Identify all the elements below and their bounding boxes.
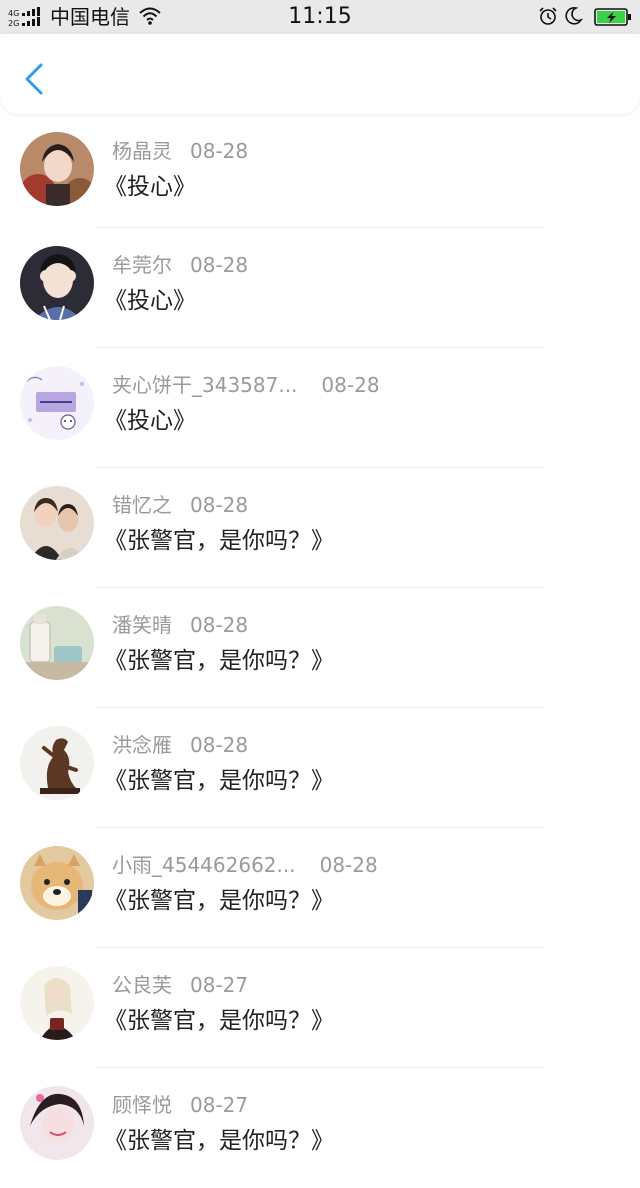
- avatar[interactable]: [20, 966, 94, 1040]
- item-date: 08-27: [190, 973, 249, 997]
- item-date: 08-27: [190, 1093, 249, 1117]
- item-title: 《张警官，是你吗？》: [104, 648, 334, 674]
- list-item[interactable]: 公良芙 08-27 《张警官，是你吗？》: [0, 948, 640, 1068]
- user-name: 错忆之: [112, 493, 172, 517]
- list-item[interactable]: 杨晶灵 08-28 《投心》: [0, 114, 640, 228]
- item-meta: 牟莞尔 08-28: [112, 252, 248, 278]
- avatar[interactable]: [20, 246, 94, 320]
- item-date: 08-28: [190, 493, 249, 517]
- user-name: 小雨_454462662...: [112, 853, 296, 877]
- item-meta: 公良芙 08-27: [112, 972, 248, 998]
- user-name: 潘笑晴: [112, 613, 172, 637]
- alarm-icon: [539, 7, 557, 25]
- item-date: 08-28: [190, 613, 249, 637]
- moon-icon: [565, 7, 583, 25]
- user-name: 洪念雁: [112, 733, 172, 757]
- user-name: 夹心饼干_343587...: [112, 373, 298, 397]
- item-date: 08-28: [190, 733, 249, 757]
- item-meta: 杨晶灵 08-28: [112, 138, 248, 164]
- avatar[interactable]: [20, 726, 94, 800]
- user-name: 牟莞尔: [112, 253, 172, 277]
- back-button[interactable]: [14, 54, 54, 104]
- item-title: 《张警官，是你吗？》: [104, 1128, 334, 1154]
- status-bar: 4G 2G 中国电信 11:15: [0, 0, 640, 34]
- avatar[interactable]: [20, 1086, 94, 1160]
- item-title: 《投心》: [104, 408, 196, 434]
- avatar[interactable]: [20, 486, 94, 560]
- item-date: 08-28: [319, 853, 378, 877]
- user-name: 杨晶灵: [112, 139, 172, 163]
- avatar[interactable]: [20, 366, 94, 440]
- list-item[interactable]: 潘笑晴 08-28 《张警官，是你吗？》: [0, 588, 640, 708]
- item-title: 《投心》: [104, 288, 196, 314]
- user-name: 顾怿悦: [112, 1093, 172, 1117]
- list-item[interactable]: 顾怿悦 08-27 《张警官，是你吗？》: [0, 1068, 640, 1188]
- item-date: 08-28: [190, 139, 249, 163]
- list-item[interactable]: 小雨_454462662... 08-28 《张警官，是你吗？》: [0, 828, 640, 948]
- item-title: 《张警官，是你吗？》: [104, 768, 334, 794]
- battery-icon: [594, 8, 631, 26]
- item-meta: 夹心饼干_343587... 08-28: [112, 372, 380, 398]
- user-name: 公良芙: [112, 973, 172, 997]
- message-list: 杨晶灵 08-28 《投心》 牟莞尔 08-28 《投心》 夹心饼干_34358…: [0, 114, 640, 1188]
- list-item[interactable]: 洪念雁 08-28 《张警官，是你吗？》: [0, 708, 640, 828]
- item-date: 08-28: [321, 373, 380, 397]
- item-meta: 顾怿悦 08-27: [112, 1092, 248, 1118]
- avatar[interactable]: [20, 606, 94, 680]
- list-item[interactable]: 牟莞尔 08-28 《投心》: [0, 228, 640, 348]
- item-date: 08-28: [190, 253, 249, 277]
- avatar[interactable]: [20, 132, 94, 206]
- list-item[interactable]: 错忆之 08-28 《张警官，是你吗？》: [0, 468, 640, 588]
- list-item[interactable]: 夹心饼干_343587... 08-28 《投心》: [0, 348, 640, 468]
- item-meta: 小雨_454462662... 08-28: [112, 852, 378, 878]
- top-bar: [0, 34, 640, 114]
- chevron-left-icon: [25, 63, 43, 95]
- item-title: 《张警官，是你吗？》: [104, 528, 334, 554]
- item-meta: 错忆之 08-28: [112, 492, 248, 518]
- item-title: 《张警官，是你吗？》: [104, 888, 334, 914]
- item-title: 《张警官，是你吗？》: [104, 1008, 334, 1034]
- avatar[interactable]: [20, 846, 94, 920]
- item-title: 《投心》: [104, 174, 196, 200]
- item-meta: 潘笑晴 08-28: [112, 612, 248, 638]
- item-meta: 洪念雁 08-28: [112, 732, 248, 758]
